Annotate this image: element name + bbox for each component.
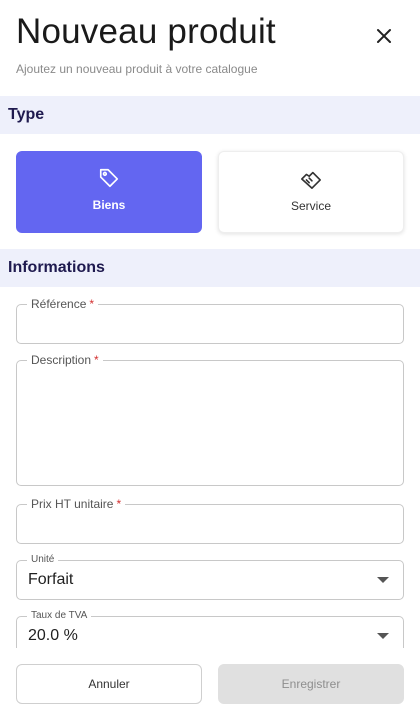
section-header-informations: Informations <box>0 249 420 287</box>
handshake-icon <box>301 171 321 189</box>
price-label: Prix HT unitaire * <box>27 497 126 511</box>
cancel-button[interactable]: Annuler <box>16 664 202 704</box>
reference-field[interactable]: Référence * <box>16 297 404 344</box>
description-label: Description * <box>27 353 103 367</box>
dialog-header: Nouveau produit Ajoutez un nouveau produ… <box>0 0 420 96</box>
description-field[interactable]: Description * <box>16 353 404 486</box>
section-header-type: Type <box>0 96 420 134</box>
dialog-footer: Annuler Enregistrer <box>0 648 420 720</box>
unit-label: Unité <box>27 554 59 566</box>
close-icon <box>377 29 391 43</box>
close-button[interactable] <box>370 22 398 50</box>
chevron-down-icon <box>377 633 389 639</box>
section-title-type: Type <box>8 106 45 123</box>
required-mark: * <box>94 353 99 367</box>
type-option-biens[interactable]: Biens <box>16 151 202 233</box>
unit-value: Forfait <box>28 571 74 588</box>
type-option-label: Service <box>290 199 331 213</box>
save-button[interactable]: Enregistrer <box>218 664 404 704</box>
section-title-informations: Informations <box>8 259 105 276</box>
required-mark: * <box>116 497 122 511</box>
reference-label: Référence * <box>27 297 99 311</box>
unit-select[interactable]: Unité Forfait <box>16 554 404 600</box>
price-field[interactable]: Prix HT unitaire * <box>16 497 404 544</box>
vat-rate-label: Taux de TVA <box>27 610 92 622</box>
type-option-label: Biens <box>92 198 126 212</box>
page-subtitle: Ajoutez un nouveau produit à votre catal… <box>16 62 258 76</box>
tag-icon <box>99 168 119 188</box>
required-mark: * <box>89 297 95 311</box>
type-option-service[interactable]: Service <box>218 151 404 233</box>
chevron-down-icon <box>377 577 389 583</box>
vat-rate-value: 20.0 % <box>28 627 78 644</box>
page-title: Nouveau produit <box>16 12 276 51</box>
